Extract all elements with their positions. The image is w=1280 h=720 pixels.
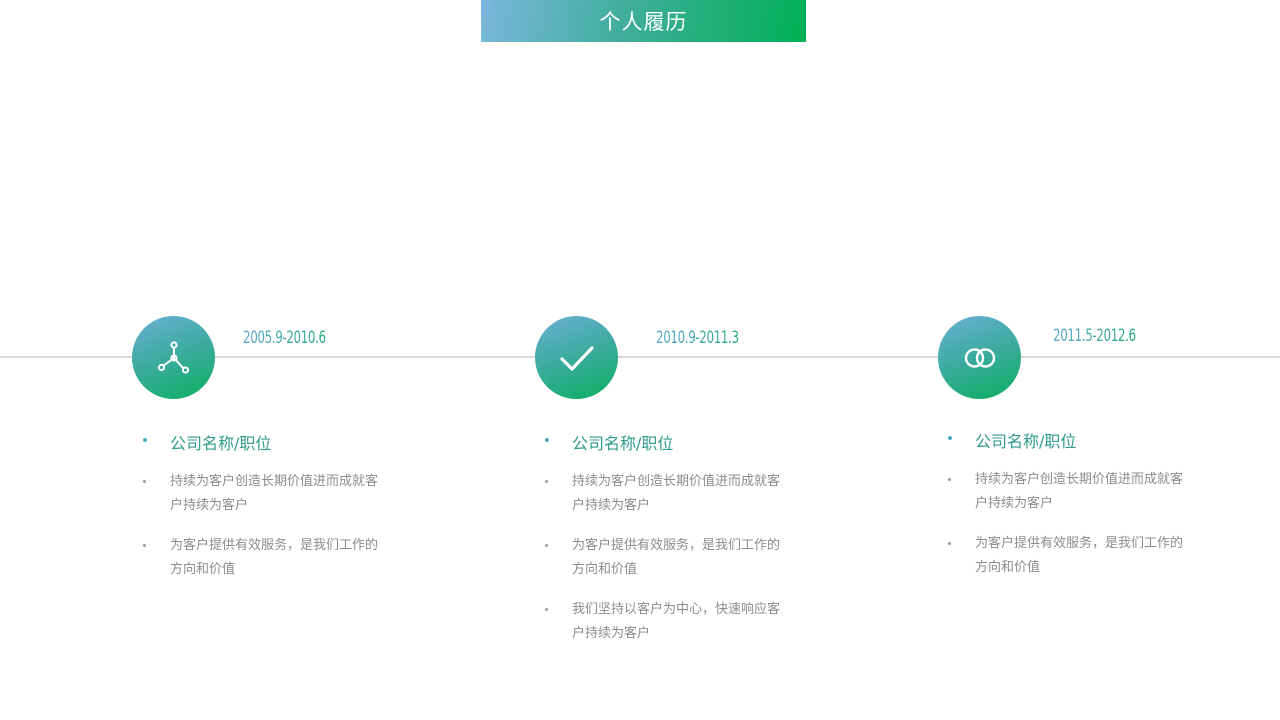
bullet-1-2: 为客户提供有效服务，是我们工作的方向和价值 <box>143 534 390 582</box>
checkmark-icon <box>559 345 594 371</box>
timeline-node-3 <box>938 316 1021 399</box>
timeline-node-2 <box>535 316 618 399</box>
bullet-3-1: 持续为客户创造长期价值进而成就客户持续为客户 <box>948 468 1195 516</box>
timeline-date-1: 2005.9-2010.6 <box>243 328 326 348</box>
linked-rings-icon <box>964 347 995 368</box>
timeline-node-1 <box>132 316 215 399</box>
timeline-date-3: 2011.5-2012.6 <box>1053 326 1136 346</box>
bullet-2-3: 我们坚持以客户为中心，快速响应客户持续为客户 <box>545 598 792 646</box>
bullet-1-1: 持续为客户创造长期价值进而成就客户持续为客户 <box>143 470 390 518</box>
title-banner: 个人履历 <box>481 0 806 42</box>
company-title-2: 公司名称/职位 <box>544 430 673 454</box>
page-title: 个人履历 <box>599 10 688 34</box>
company-title-1: 公司名称/职位 <box>142 430 271 454</box>
bullet-3-2: 为客户提供有效服务，是我们工作的方向和价值 <box>948 532 1195 580</box>
bullet-2-1: 持续为客户创造长期价值进而成就客户持续为客户 <box>545 470 792 518</box>
bullet-2-2: 为客户提供有效服务，是我们工作的方向和价值 <box>545 534 792 582</box>
company-title-3: 公司名称/职位 <box>947 428 1076 452</box>
network-nodes-icon <box>157 340 189 374</box>
timeline-date-2: 2010.9-2011.3 <box>656 328 739 348</box>
